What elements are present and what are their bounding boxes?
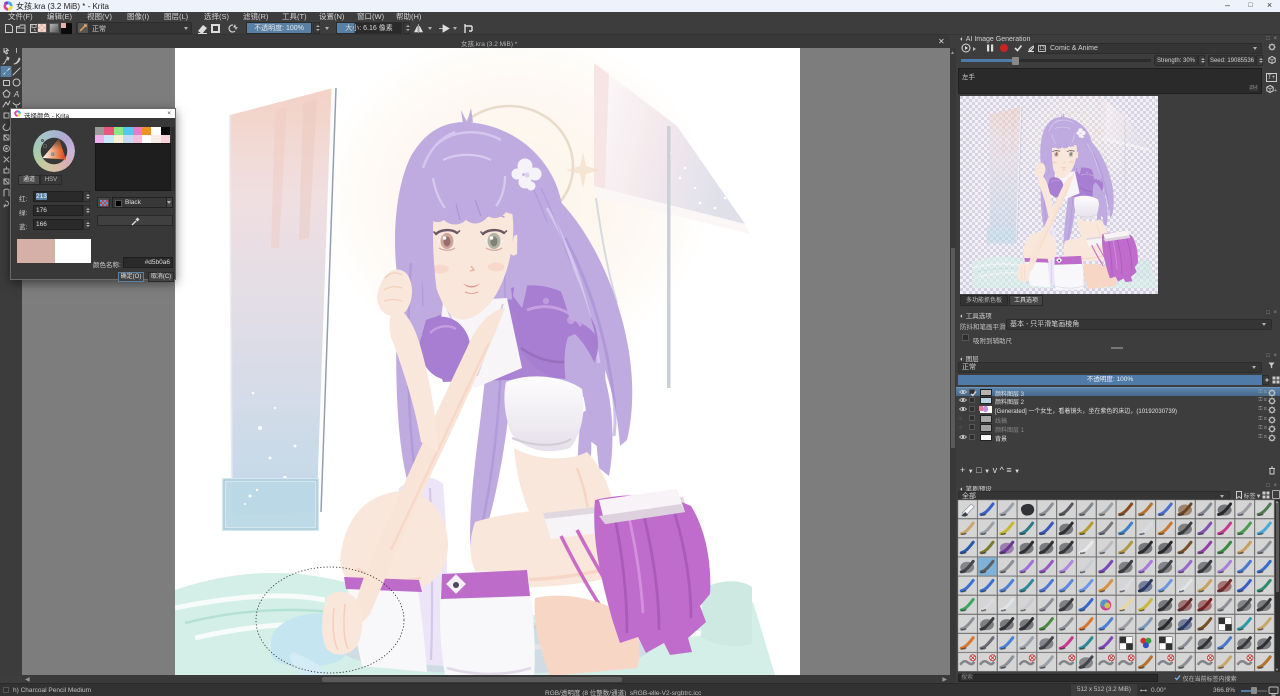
svg-text:A: A bbox=[13, 90, 19, 99]
